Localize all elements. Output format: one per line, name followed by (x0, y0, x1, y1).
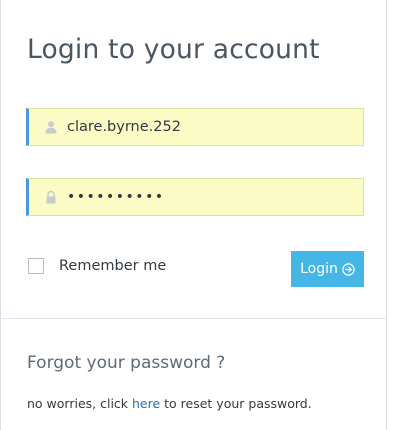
username-input[interactable] (67, 109, 347, 145)
password-input[interactable] (67, 179, 347, 215)
login-panel: Login to your account Remember me Login (0, 0, 387, 430)
login-button-label: Login (300, 261, 338, 277)
section-divider (2, 318, 386, 319)
forgot-text-before: no worries, click (27, 396, 132, 411)
user-icon (44, 120, 58, 134)
lock-icon (44, 190, 58, 204)
forgot-password-title: Forgot your password ? (27, 353, 226, 373)
login-title: Login to your account (27, 34, 320, 65)
username-field[interactable] (26, 108, 364, 146)
login-button[interactable]: Login (291, 251, 364, 287)
password-field[interactable] (26, 178, 364, 216)
remember-me-label: Remember me (59, 258, 167, 274)
arrow-circle-right-icon (342, 262, 355, 276)
forgot-password-text: no worries, click here to reset your pas… (27, 396, 312, 411)
remember-me-toggle[interactable]: Remember me (28, 258, 166, 274)
reset-password-link[interactable]: here (132, 396, 160, 411)
forgot-text-after: to reset your password. (160, 396, 312, 411)
remember-me-checkbox[interactable] (28, 258, 44, 274)
